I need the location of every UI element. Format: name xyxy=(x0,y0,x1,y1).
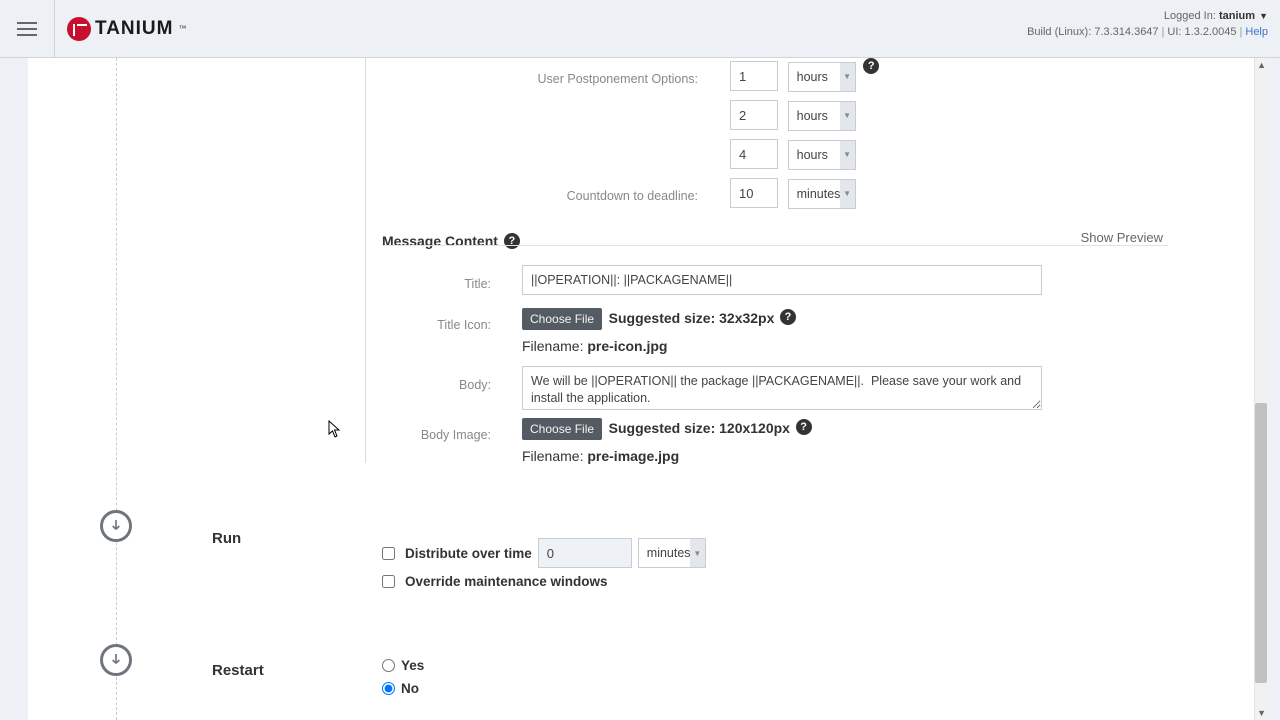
postpone-unit-3[interactable]: hours▼ xyxy=(788,140,856,170)
caret-down-icon: ▼ xyxy=(1259,11,1268,21)
title-icon-hint: Suggested size: 32x32px xyxy=(609,310,775,326)
scroll-down-arrow-icon[interactable]: ▼ xyxy=(1257,708,1266,718)
hamburger-icon xyxy=(17,22,37,36)
section-divider xyxy=(382,245,1168,246)
title-input[interactable] xyxy=(522,265,1042,295)
chevron-down-icon: ▼ xyxy=(840,63,855,91)
body-label: Body: xyxy=(459,378,491,392)
title-icon-row: Choose File Suggested size: 32x32px ? Fi… xyxy=(522,308,796,354)
body-image-filename: Filename: pre-image.jpg xyxy=(522,448,812,464)
postpone-row-1: hours▼ ? xyxy=(730,61,879,92)
restart-yes-radio[interactable] xyxy=(382,659,395,672)
postpone-value-2[interactable] xyxy=(730,100,778,130)
postponement-label: User Postponement Options: xyxy=(538,72,699,86)
chevron-down-icon: ▼ xyxy=(840,141,855,169)
postpone-unit-1[interactable]: hours▼ xyxy=(788,62,856,92)
distribute-unit[interactable]: minutes▼ xyxy=(638,538,706,568)
title-row xyxy=(522,265,1042,295)
help-icon[interactable]: ? xyxy=(780,309,796,325)
distribute-label: Distribute over time xyxy=(405,546,532,561)
chevron-down-icon: ▼ xyxy=(840,102,855,130)
title-icon-label: Title Icon: xyxy=(437,318,491,332)
override-row: Override maintenance windows xyxy=(382,574,608,589)
brand-icon xyxy=(67,17,91,41)
countdown-unit[interactable]: minutes▼ xyxy=(788,179,856,209)
countdown-value[interactable] xyxy=(730,178,778,208)
build-info: Build (Linux): 7.3.314.3647|UI: 1.3.2.00… xyxy=(1027,26,1268,38)
distribute-row: Distribute over time minutes▼ xyxy=(382,538,706,568)
run-step-label: Run xyxy=(212,530,241,547)
message-section-heading: Message Content ? xyxy=(382,233,520,249)
title-label: Title: xyxy=(464,277,491,291)
body-image-row: Choose File Suggested size: 120x120px ? … xyxy=(522,418,812,464)
body-row xyxy=(522,366,1042,413)
brand-logo[interactable]: TANIUM™ xyxy=(67,17,186,41)
countdown-row: minutes▼ xyxy=(730,178,856,209)
help-link[interactable]: Help xyxy=(1245,26,1268,38)
restart-step-icon xyxy=(100,644,132,676)
show-preview-link[interactable]: Show Preview xyxy=(1081,230,1163,245)
arrow-down-circle-icon xyxy=(108,652,124,668)
postpone-value-3[interactable] xyxy=(730,139,778,169)
body-image-label: Body Image: xyxy=(421,428,491,442)
postpone-row-3: hours▼ xyxy=(730,139,856,170)
help-icon[interactable]: ? xyxy=(796,419,812,435)
distribute-checkbox[interactable] xyxy=(382,547,395,560)
arrow-down-circle-icon xyxy=(108,518,124,534)
form-divider xyxy=(365,58,366,463)
chevron-down-icon: ▼ xyxy=(690,539,705,567)
run-step-icon xyxy=(100,510,132,542)
postpone-row-2: hours▼ xyxy=(730,100,856,131)
help-icon[interactable]: ? xyxy=(504,233,520,249)
title-icon-filename: Filename: pre-icon.jpg xyxy=(522,338,796,354)
main-panel: User Postponement Options: hours▼ ? hour… xyxy=(28,58,1268,720)
scroll-up-arrow-icon[interactable]: ▲ xyxy=(1257,60,1266,70)
postpone-value-1[interactable] xyxy=(730,61,778,91)
user-menu[interactable]: tanium ▼ xyxy=(1219,10,1268,22)
app-header: TANIUM™ Logged In: tanium ▼ Build (Linux… xyxy=(0,0,1280,58)
body-textarea[interactable] xyxy=(522,366,1042,410)
override-label: Override maintenance windows xyxy=(405,574,608,589)
cursor-icon xyxy=(328,420,342,441)
override-checkbox[interactable] xyxy=(382,575,395,588)
body-image-choose-file[interactable]: Choose File xyxy=(522,418,602,440)
hamburger-menu-button[interactable] xyxy=(0,0,55,58)
scrollbar-thumb[interactable] xyxy=(1255,403,1267,683)
restart-step-label: Restart xyxy=(212,662,264,679)
logged-in-line: Logged In: tanium ▼ xyxy=(1027,10,1268,22)
header-right: Logged In: tanium ▼ Build (Linux): 7.3.3… xyxy=(1027,10,1268,38)
distribute-value[interactable] xyxy=(538,538,632,568)
countdown-label: Countdown to deadline: xyxy=(567,189,698,203)
chevron-down-icon: ▼ xyxy=(840,180,855,208)
restart-options: Yes No xyxy=(382,658,424,704)
postpone-unit-2[interactable]: hours▼ xyxy=(788,101,856,131)
brand-name: TANIUM xyxy=(95,18,173,40)
restart-no-radio[interactable] xyxy=(382,682,395,695)
title-icon-choose-file[interactable]: Choose File xyxy=(522,308,602,330)
help-icon[interactable]: ? xyxy=(863,58,879,74)
timeline-line xyxy=(116,58,117,720)
body-image-hint: Suggested size: 120x120px xyxy=(609,420,790,436)
